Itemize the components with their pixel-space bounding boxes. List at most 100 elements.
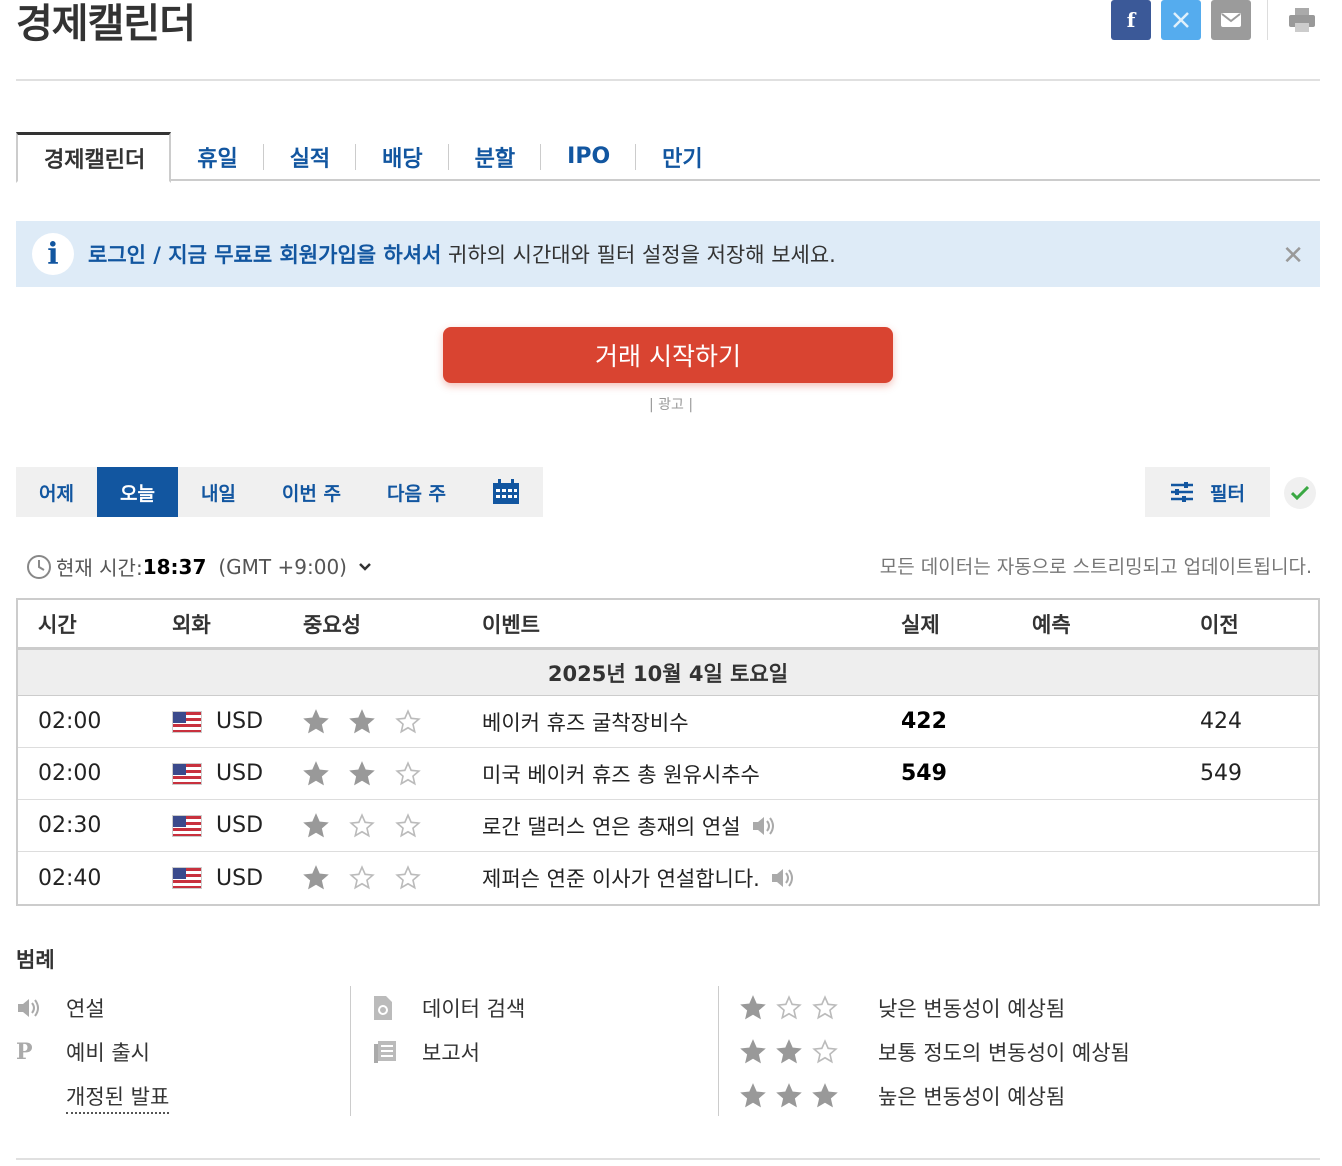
star-rating-1 — [740, 995, 848, 1021]
currency-cell: USD — [172, 696, 263, 747]
day-tomorrow[interactable]: 내일 — [178, 467, 259, 517]
day-yesterday[interactable]: 어제 — [16, 467, 97, 517]
x-share-button[interactable] — [1161, 0, 1201, 40]
calendar-icon — [493, 479, 520, 504]
ad-label: | 광고 | — [648, 397, 694, 413]
start-trading-button[interactable]: 거래 시작하기 — [443, 327, 893, 383]
date-header: 2025년 10월 4일 토요일 — [18, 650, 1318, 696]
day-next-week[interactable]: 다음 주 — [364, 467, 469, 517]
us-flag-icon — [172, 814, 202, 837]
event-name[interactable]: 로간 댈러스 연은 총재의 연설 — [482, 800, 777, 851]
actual-value: 422 — [901, 709, 947, 734]
legend-title: 범례 — [16, 948, 55, 972]
tab-holidays[interactable]: 휴일 — [171, 132, 264, 181]
legend-preliminary: P 예비 출시 — [16, 1039, 150, 1065]
tab-economic-calendar[interactable]: 경제캘린더 — [16, 132, 172, 183]
table-row[interactable]: 02:00 USD 베이커 휴즈 굴착장비수 422 424 — [18, 696, 1318, 748]
notice-text: 로그인 / 지금 무료로 회원가입을 하셔서 귀하의 시간대와 필터 설정을 저… — [88, 243, 836, 267]
table-row[interactable]: 02:30 USD 로간 댈러스 연은 총재의 연설 — [18, 800, 1318, 852]
us-flag-icon — [172, 762, 202, 785]
sliders-icon — [1171, 482, 1194, 502]
event-time: 02:30 — [38, 813, 102, 838]
star-filled-icon — [303, 865, 329, 890]
facebook-icon: f — [1126, 8, 1136, 32]
speaker-icon — [18, 999, 39, 1017]
star-filled-icon — [776, 1083, 802, 1108]
current-time: 18:37 — [142, 554, 207, 579]
importance-stars — [303, 852, 431, 904]
table-row[interactable]: 02:40 USD 제퍼슨 연준 이사가 연설합니다. — [18, 852, 1318, 904]
filter-button[interactable]: 필터 — [1145, 467, 1270, 517]
legend-revised: 개정된 발표 — [66, 1081, 170, 1114]
currency-cell: USD — [172, 852, 263, 904]
speaker-icon — [771, 869, 793, 887]
event-time: 02:00 — [38, 709, 102, 734]
legend-low-volatility: 낮은 변동성이 예상됨 — [740, 993, 1065, 1023]
star-filled-icon — [740, 1039, 766, 1064]
x-icon — [1173, 12, 1189, 28]
star-empty-icon — [395, 760, 421, 785]
table-row[interactable]: 02:00 USD 미국 베이커 휴즈 총 원유시추수 549 549 — [18, 748, 1318, 800]
event-name[interactable]: 미국 베이커 휴즈 총 원유시추수 — [482, 748, 760, 799]
printer-icon — [1289, 8, 1315, 32]
page-title: 경제캘린더 — [16, 1, 196, 47]
star-rating-2 — [740, 1039, 848, 1065]
economic-calendar-table: 시간 외화 중요성 이벤트 실제 예측 이전 2025년 10월 4일 토요일 … — [16, 598, 1320, 906]
importance-stars — [303, 748, 431, 799]
email-share-button[interactable] — [1211, 0, 1251, 40]
tab-ipo[interactable]: IPO — [541, 132, 637, 181]
report-icon — [374, 1041, 396, 1063]
star-filled-icon — [740, 995, 766, 1020]
event-name[interactable]: 제퍼슨 연준 이사가 연설합니다. — [482, 852, 796, 904]
legend-divider — [350, 986, 351, 1116]
day-this-week[interactable]: 이번 주 — [259, 467, 364, 517]
star-empty-icon — [395, 708, 421, 733]
star-filled-icon — [776, 1039, 802, 1064]
document-search-icon — [374, 996, 392, 1020]
login-link[interactable]: 로그인 — [88, 243, 146, 267]
clock-icon — [27, 554, 51, 579]
login-notice: i 로그인 / 지금 무료로 회원가입을 하셔서 귀하의 시간대와 필터 설정을… — [16, 221, 1320, 287]
tab-expiration[interactable]: 만기 — [636, 132, 728, 181]
star-empty-icon — [349, 812, 375, 837]
timezone: (GMT +9:00) — [218, 554, 347, 579]
print-button[interactable] — [1284, 0, 1320, 40]
info-icon: i — [32, 233, 74, 275]
filter-applied-check — [1284, 477, 1316, 509]
star-empty-icon — [395, 865, 421, 890]
us-flag-icon — [172, 710, 202, 733]
footer-divider — [16, 1158, 1320, 1160]
day-today[interactable]: 오늘 — [96, 467, 178, 517]
star-filled-icon — [303, 760, 329, 785]
calendar-picker-button[interactable] — [469, 467, 543, 517]
legend-high-volatility: 높은 변동성이 예상됨 — [740, 1081, 1065, 1111]
preliminary-p-icon: P — [16, 1039, 33, 1065]
speaker-icon — [752, 816, 774, 835]
close-icon[interactable]: ✕ — [1282, 241, 1304, 271]
actual-value: 549 — [901, 761, 947, 786]
legend-medium-volatility: 보통 정도의 변동성이 예상됨 — [740, 1037, 1130, 1067]
current-time-selector[interactable]: 현재 시간: 18:37 (GMT +9:00) — [26, 552, 373, 581]
importance-stars — [303, 800, 431, 851]
chevron-down-icon — [359, 562, 371, 571]
star-filled-icon — [349, 760, 375, 785]
star-empty-icon — [812, 995, 838, 1020]
calendar-tabs: 경제캘린더 휴일 실적 배당 분할 IPO 만기 — [16, 132, 1320, 183]
currency-cell: USD — [172, 748, 263, 799]
importance-stars — [303, 696, 431, 747]
checkmark-icon — [1291, 486, 1309, 500]
facebook-share-button[interactable]: f — [1111, 0, 1151, 40]
tab-splits[interactable]: 분할 — [449, 132, 542, 181]
event-name[interactable]: 베이커 휴즈 굴착장비수 — [482, 696, 689, 747]
tab-earnings[interactable]: 실적 — [264, 132, 357, 181]
previous-value: 424 — [1200, 709, 1242, 734]
signup-link[interactable]: 지금 무료로 회원가입을 하셔서 — [168, 243, 441, 267]
tab-dividends[interactable]: 배당 — [356, 132, 449, 181]
star-empty-icon — [812, 1039, 838, 1064]
streaming-note: 모든 데이터는 자동으로 스트리밍되고 업데이트됩니다. — [879, 556, 1312, 578]
star-empty-icon — [395, 812, 421, 837]
event-time: 02:40 — [38, 865, 102, 891]
header-divider — [16, 79, 1320, 81]
us-flag-icon — [172, 867, 202, 889]
star-empty-icon — [776, 995, 802, 1020]
